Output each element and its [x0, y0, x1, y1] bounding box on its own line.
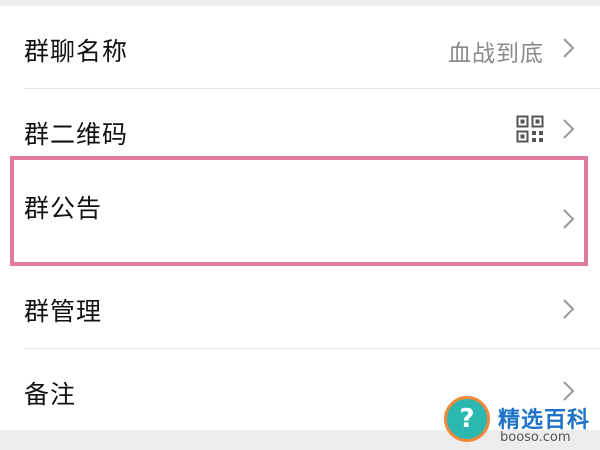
group-qr-code-label: 群二维码 — [24, 120, 129, 149]
group-name-row[interactable]: 群聊名称 血战到底 — [0, 6, 600, 88]
group-announcement-row[interactable]: 群公告 — [0, 161, 600, 261]
chevron-right-icon — [563, 119, 575, 139]
remark-row[interactable]: 备注 — [0, 349, 600, 430]
chevron-right-icon — [563, 38, 575, 58]
group-name-label: 群聊名称 — [24, 37, 129, 66]
group-management-row[interactable]: 群管理 — [0, 268, 600, 348]
group-management-label: 群管理 — [24, 297, 103, 326]
chevron-right-icon — [563, 381, 575, 401]
bottom-spacer — [0, 430, 600, 450]
group-qr-code-row[interactable]: 群二维码 — [0, 89, 600, 156]
group-name-value: 血战到底 — [448, 41, 544, 67]
remark-label: 备注 — [24, 380, 77, 409]
qr-code-icon — [516, 115, 544, 143]
chevron-right-icon — [563, 209, 575, 229]
group-settings-list: 群聊名称 血战到底 群二维码 群公告 群管理 备注 — [0, 6, 600, 430]
group-announcement-label: 群公告 — [24, 194, 103, 223]
chevron-right-icon — [563, 299, 575, 319]
